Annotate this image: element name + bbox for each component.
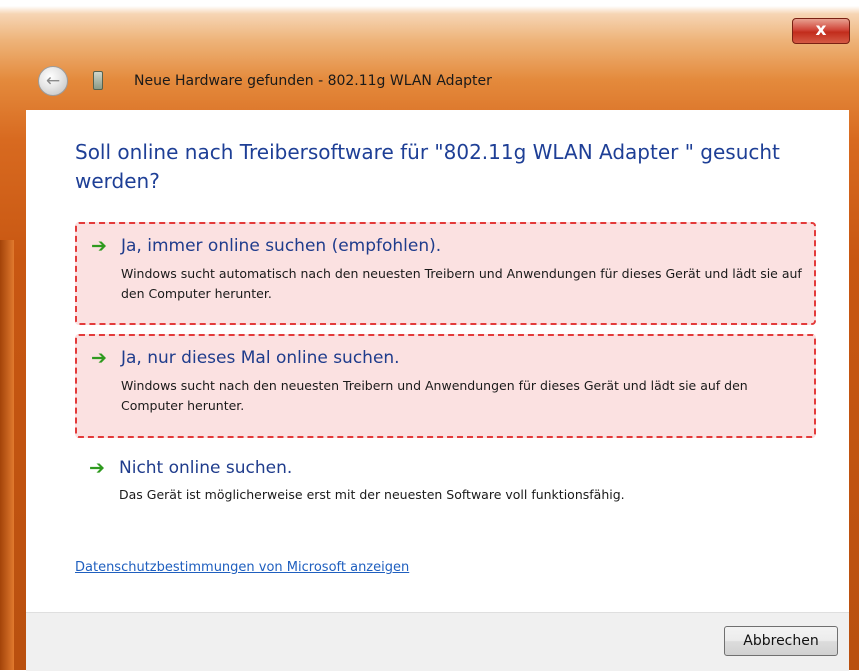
option-do-not-search-online[interactable]: ➔ Nicht online suchen. Das Gerät ist mög… [75, 448, 816, 510]
title-bar: ← Neue Hardware gefunden - 802.11g WLAN … [14, 0, 859, 110]
close-icon: x [815, 20, 827, 40]
green-arrow-icon: ➔ [91, 347, 107, 369]
back-arrow-icon: ← [45, 71, 61, 91]
green-arrow-icon: ➔ [89, 457, 105, 479]
option-description: Das Gerät ist möglicherweise erst mit de… [119, 487, 625, 502]
privacy-link[interactable]: Datenschutzbestimmungen von Microsoft an… [75, 560, 409, 575]
green-arrow-icon: ➔ [91, 235, 107, 257]
back-button[interactable]: ← [38, 66, 68, 96]
page-title: Soll online nach Treibersoftware für "80… [75, 140, 780, 193]
device-icon [93, 71, 103, 90]
dialog-content: Soll online nach Treibersoftware für "80… [26, 110, 849, 620]
dialog-footer: Abbrechen [26, 612, 849, 671]
close-button[interactable]: x [792, 18, 850, 44]
option-always-search-online[interactable]: ➔ Ja, immer online suchen (empfohlen). W… [75, 222, 816, 325]
option-title: Ja, immer online suchen (empfohlen). [121, 236, 442, 256]
option-description: Windows sucht nach den neuesten Treibern… [121, 378, 748, 413]
window-title: Neue Hardware gefunden - 802.11g WLAN Ad… [134, 73, 492, 89]
option-title: Nicht online suchen. [119, 458, 293, 478]
cancel-button[interactable]: Abbrechen [724, 626, 838, 656]
option-search-online-once[interactable]: ➔ Ja, nur dieses Mal online suchen. Wind… [75, 334, 816, 438]
option-description: Windows sucht automatisch nach den neues… [121, 266, 802, 301]
option-title: Ja, nur dieses Mal online suchen. [121, 348, 400, 368]
window-frame-edge [0, 240, 14, 670]
